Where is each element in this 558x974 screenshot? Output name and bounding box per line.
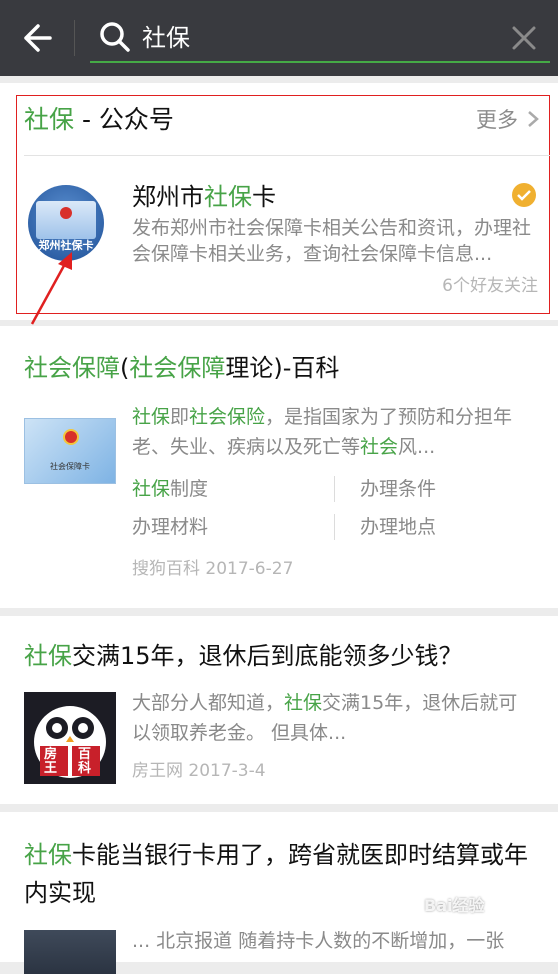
clear-search-icon[interactable] [508, 22, 540, 54]
article-snippet: ... 北京报道 随着持卡人数的不断增加，一张 [132, 930, 505, 952]
article-card[interactable]: 社保卡能当银行卡用了，跨省就医即时结算或年内实现 ... 北京报道 随着持卡人数… [0, 812, 558, 974]
article-snippet: 大部分人都知道，社保交满15年，退休后就可以领取养老金。 但具体... [132, 692, 518, 744]
article-card[interactable]: 社保交满15年，退休后到底能领多少钱？ 房王 百科 大部分人都知道，社保交满15… [0, 616, 558, 804]
article-thumbnail [24, 930, 116, 974]
emblem-icon [60, 207, 72, 219]
official-account-section: 社保 - 公众号 更多 郑州社保卡 郑州市社保卡 发布郑州市社会保障卡相关公告和… [0, 83, 558, 320]
section-title: 社保 - 公众号 [24, 105, 174, 134]
annotation-arrow [28, 250, 78, 330]
owl-logo-thumbnail: 房王 百科 [24, 692, 116, 784]
section-divider [24, 155, 550, 156]
back-arrow-icon[interactable] [18, 20, 58, 56]
link-system[interactable]: 社保制度 [132, 474, 208, 504]
baidu-watermark: Bai经验 [424, 896, 485, 915]
header-divider [74, 20, 75, 56]
verified-icon [512, 183, 536, 207]
link-conditions[interactable]: 办理条件 [360, 474, 436, 504]
account-description: 发布郑州市社会保障卡相关公告和资讯，办理社会保障卡相关业务，查询社会保障卡信息.… [132, 217, 532, 265]
emblem-icon [63, 429, 79, 445]
article-title[interactable]: 社会保障(社会保障理论)-百科 [24, 350, 339, 386]
article-title[interactable]: 社保交满15年，退休后到底能领多少钱？ [24, 638, 463, 674]
link-locations[interactable]: 办理地点 [360, 512, 436, 542]
search-underline [90, 61, 550, 63]
search-header: 社保 [0, 0, 558, 76]
search-icon [98, 20, 132, 54]
article-thumbnail: 社会保障卡 [24, 418, 116, 484]
friend-followers: 6个好友关注 [442, 276, 538, 296]
article-snippet: 社保即社会保险，是指国家为了预防和分担年老、失业、疾病以及死亡等社会风... [132, 406, 513, 458]
article-source: 房王网 2017-3-4 [132, 761, 266, 781]
account-name[interactable]: 郑州市社保卡 [132, 181, 276, 213]
more-link[interactable]: 更多 [476, 105, 518, 135]
link-materials[interactable]: 办理材料 [132, 512, 208, 542]
article-source: 搜狗百科 2017-6-27 [132, 559, 294, 579]
article-card[interactable]: 社会保障(社会保障理论)-百科 社会保障卡 社保即社会保险，是指国家为了预防和分… [0, 326, 558, 608]
chevron-right-icon[interactable] [526, 109, 540, 129]
search-input[interactable]: 社保 [142, 20, 190, 56]
